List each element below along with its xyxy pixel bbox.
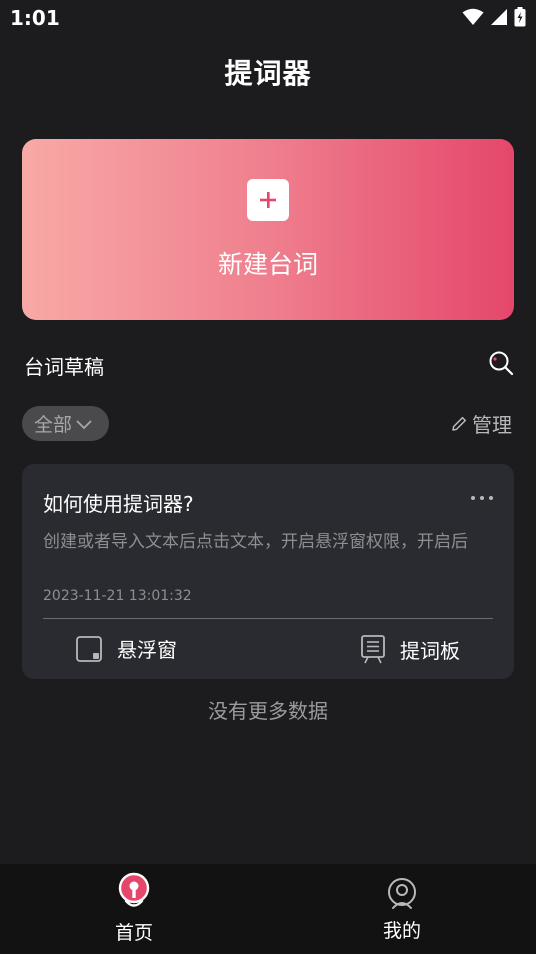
pencil-icon xyxy=(452,416,467,431)
drafts-section-title: 台词草稿 xyxy=(24,355,104,379)
teleprompter-board-label: 提词板 xyxy=(400,638,460,663)
floating-window-button[interactable]: 悬浮窗 xyxy=(75,634,177,663)
wifi-icon xyxy=(462,8,484,25)
draft-divider xyxy=(43,618,493,619)
more-dots-icon xyxy=(471,496,493,500)
draft-timestamp: 2023-11-21 13:01:32 xyxy=(43,588,192,604)
chevron-down-icon xyxy=(76,419,92,429)
floating-window-icon xyxy=(76,635,102,662)
nav-item-home[interactable]: 首页 xyxy=(92,872,176,952)
filter-selected-label: 全部 xyxy=(34,414,73,436)
nav-item-mine[interactable]: 我的 xyxy=(360,876,444,948)
home-icon xyxy=(118,872,150,907)
status-icons xyxy=(462,7,526,27)
status-bar: 1:01 xyxy=(0,0,536,36)
filter-dropdown[interactable]: 全部 xyxy=(22,406,109,441)
app-screen: 1:01 提词器 新建台词 台词草稿 全部 管理 如何使用提词器? 创建或者导入… xyxy=(0,0,536,954)
draft-card[interactable]: 如何使用提词器? 创建或者导入文本后点击文本，开启悬浮窗权限，开启后 2023-… xyxy=(22,464,514,679)
nav-mine-label: 我的 xyxy=(382,920,421,942)
list-end-text: 没有更多数据 xyxy=(208,699,328,723)
plus-icon xyxy=(247,179,289,221)
teleprompter-board-button[interactable]: 提词板 xyxy=(360,634,460,664)
user-icon xyxy=(388,878,416,909)
new-script-card[interactable]: 新建台词 xyxy=(22,139,514,320)
bottom-nav: 首页 我的 xyxy=(0,864,536,954)
new-script-label: 新建台词 xyxy=(217,250,318,279)
floating-window-label: 悬浮窗 xyxy=(117,638,177,662)
nav-home-label: 首页 xyxy=(114,922,153,944)
manage-label: 管理 xyxy=(472,413,512,437)
status-time: 1:01 xyxy=(10,6,60,30)
search-button[interactable] xyxy=(488,350,514,376)
signal-icon xyxy=(491,9,507,25)
page-title: 提词器 xyxy=(224,57,312,90)
teleprompter-board-icon xyxy=(361,635,385,664)
more-options-button[interactable] xyxy=(468,488,496,508)
battery-icon xyxy=(514,7,526,27)
draft-preview: 创建或者导入文本后点击文本，开启悬浮窗权限，开启后 xyxy=(43,532,468,552)
manage-button[interactable]: 管理 xyxy=(450,409,512,438)
search-icon xyxy=(489,351,514,376)
draft-title: 如何使用提词器? xyxy=(43,492,194,516)
